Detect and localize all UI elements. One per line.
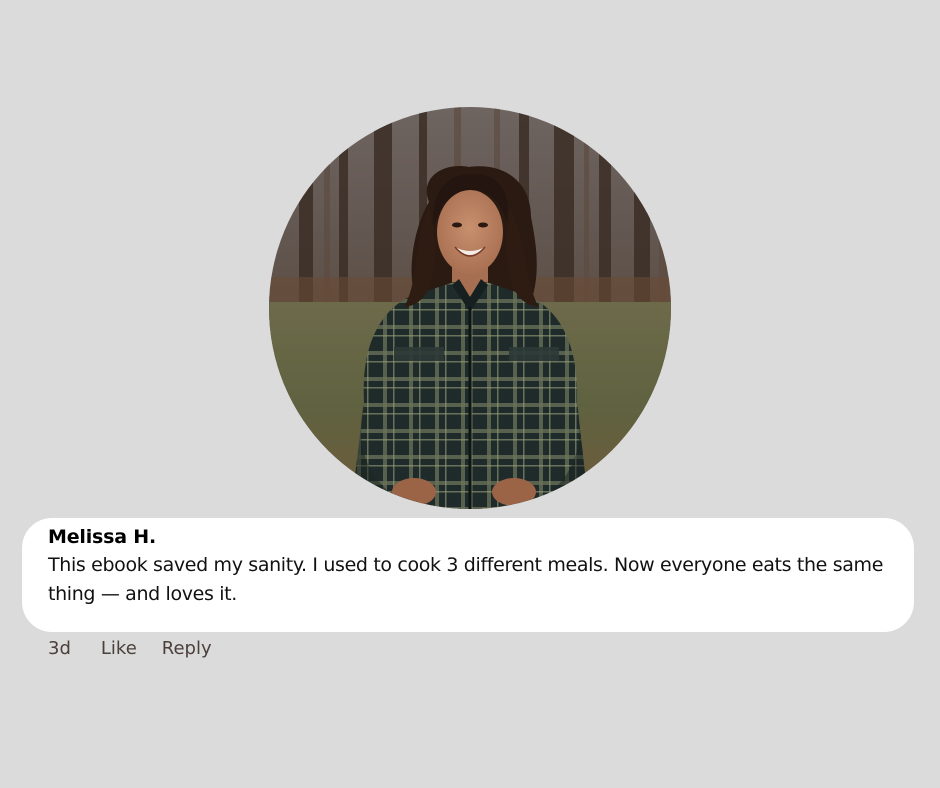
avatar-photo (269, 107, 671, 509)
reply-button[interactable]: Reply (162, 638, 212, 659)
comment-actions: 3d Like Reply (48, 635, 212, 661)
comment-text: This ebook saved my sanity. I used to co… (48, 554, 884, 605)
comment-author[interactable]: Melissa H. (48, 523, 888, 551)
avatar[interactable] (269, 107, 671, 509)
comment-bubble: Melissa H. This ebook saved my sanity. I… (22, 518, 914, 632)
comment-timestamp[interactable]: 3d (48, 638, 71, 659)
like-button[interactable]: Like (101, 638, 137, 659)
